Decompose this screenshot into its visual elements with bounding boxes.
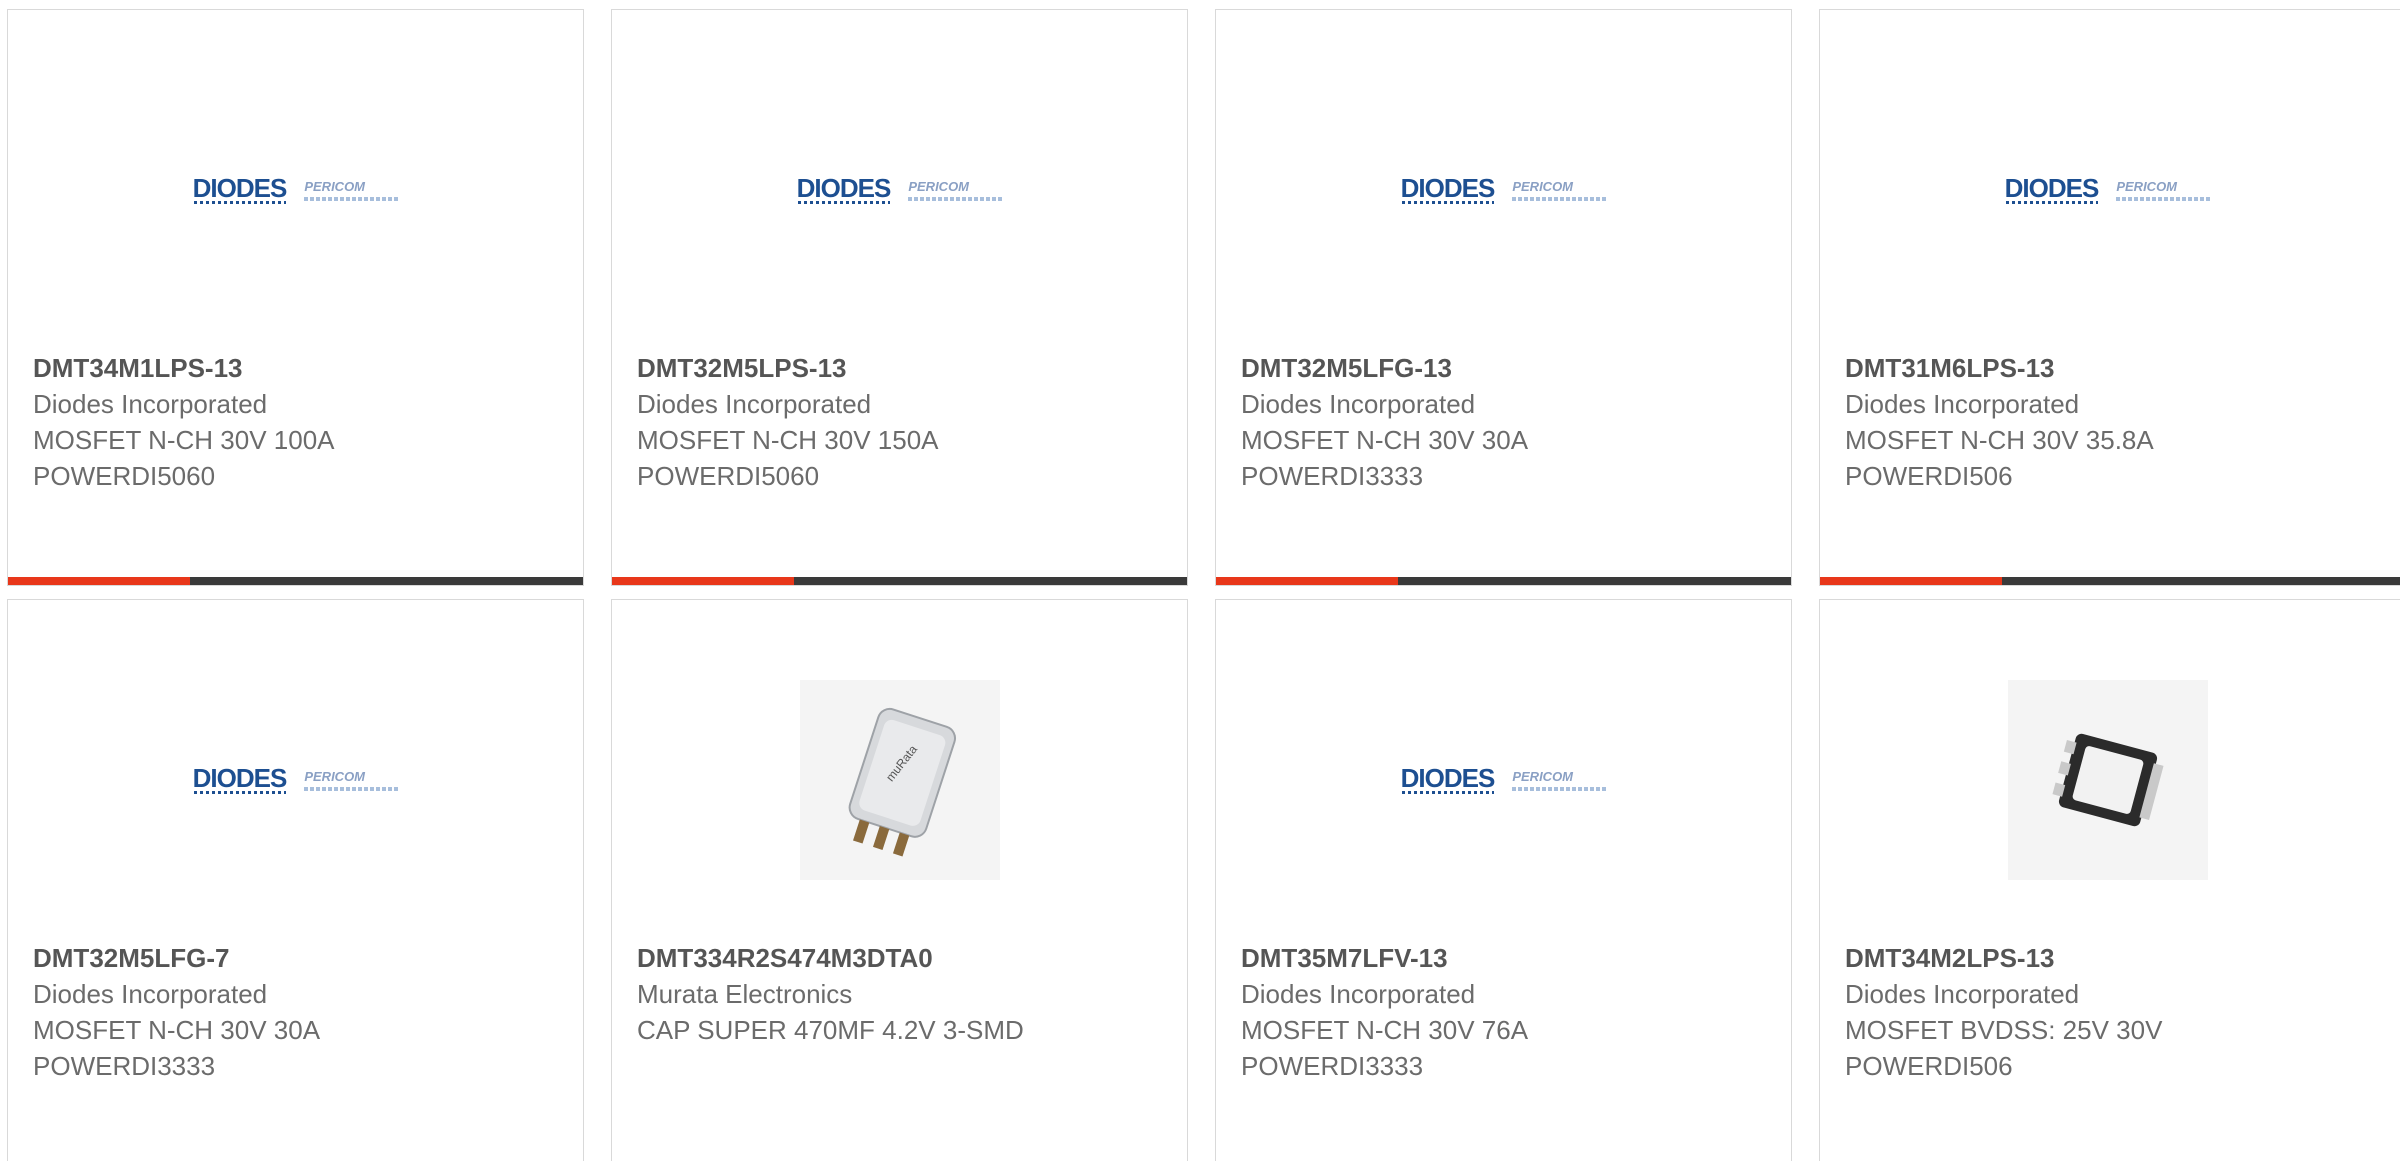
card-footer-bar [1216,577,1791,585]
manufacturer: Diodes Incorporated [1241,389,1476,419]
card-footer-bar [612,577,1187,585]
supercapacitor-photo: muRata [799,680,1000,880]
manufacturer: Diodes Incorporated [33,979,268,1009]
part-number-link[interactable]: DMT32M5LFG-13 [1241,350,1771,386]
diodes-pericom-logo: DIODES PERICOM [797,175,1003,204]
product-info: DMT32M5LFG-7 Diodes Incorporated MOSFET … [33,940,563,1084]
manufacturer: Diodes Incorporated [1241,979,1476,1009]
diodes-pericom-logo: DIODES PERICOM [1401,175,1607,204]
product-info: DMT35M7LFV-13 Diodes Incorporated MOSFET… [1241,940,1771,1084]
diodes-pericom-logo: DIODES PERICOM [193,175,399,204]
mosfet-package-photo [2007,680,2208,880]
product-info: DMT32M5LPS-13 Diodes Incorporated MOSFET… [637,350,1167,494]
card-footer-bar [8,577,583,585]
product-info: DMT32M5LFG-13 Diodes Incorporated MOSFET… [1241,350,1771,494]
description-line: MOSFET N-CH 30V 76A [1241,1015,1529,1045]
manufacturer: Diodes Incorporated [1845,389,2080,419]
product-card[interactable]: DIODES PERICOM DMT34M1LPS-13 Diodes Inco… [7,9,584,586]
product-info: DMT31M6LPS-13 Diodes Incorporated MOSFET… [1845,350,2380,494]
product-card[interactable]: DIODES PERICOM DMT35M7LFV-13 Diodes Inco… [1215,599,1792,1161]
description-line: POWERDI3333 [1241,461,1424,491]
card-footer-bar [1820,577,2400,585]
product-image[interactable]: DIODES PERICOM [1820,70,2395,310]
manufacturer: Diodes Incorporated [33,389,268,419]
diodes-pericom-logo: DIODES PERICOM [193,765,399,794]
manufacturer: Diodes Incorporated [1845,979,2080,1009]
description-line: CAP SUPER 470MF 4.2V 3-SMD [637,1015,1024,1045]
product-image[interactable]: muRata [612,660,1187,900]
part-number-link[interactable]: DMT34M1LPS-13 [33,350,563,386]
product-grid: DIODES PERICOM DMT34M1LPS-13 Diodes Inco… [0,0,2400,1161]
description-line: MOSFET N-CH 30V 150A [637,425,939,455]
manufacturer: Diodes Incorporated [637,389,872,419]
description-line: POWERDI3333 [1241,1051,1424,1081]
product-image[interactable]: DIODES PERICOM [612,70,1187,310]
description-line: POWERDI3333 [33,1051,216,1081]
description-line: MOSFET BVDSS: 25V 30V [1845,1015,2163,1045]
part-number-link[interactable]: DMT334R2S474M3DTA0 [637,940,1167,976]
description-line: POWERDI5060 [33,461,216,491]
product-card[interactable]: muRata DMT334R2S474M3DTA0 Murata Electro… [611,599,1188,1161]
part-number-link[interactable]: DMT32M5LFG-7 [33,940,563,976]
mosfet-package-icon [2051,733,2164,827]
diodes-pericom-logo: DIODES PERICOM [2005,175,2211,204]
product-image[interactable]: DIODES PERICOM [8,70,583,310]
description-line: POWERDI506 [1845,461,2013,491]
part-number-link[interactable]: DMT32M5LPS-13 [637,350,1167,386]
product-card[interactable]: DIODES PERICOM DMT32M5LFG-7 Diodes Incor… [7,599,584,1161]
description-line: POWERDI506 [1845,1051,2013,1081]
product-card[interactable]: DMT34M2LPS-13 Diodes Incorporated MOSFET… [1819,599,2400,1161]
product-image[interactable]: DIODES PERICOM [1216,660,1791,900]
description-line: POWERDI5060 [637,461,820,491]
description-line: MOSFET N-CH 30V 30A [1241,425,1529,455]
product-info: DMT34M1LPS-13 Diodes Incorporated MOSFET… [33,350,563,494]
product-image[interactable] [1820,660,2395,900]
diodes-pericom-logo: DIODES PERICOM [1401,765,1607,794]
product-card[interactable]: DIODES PERICOM DMT31M6LPS-13 Diodes Inco… [1819,9,2400,586]
product-info: DMT334R2S474M3DTA0 Murata Electronics CA… [637,940,1167,1048]
product-image[interactable]: DIODES PERICOM [1216,70,1791,310]
product-card[interactable]: DIODES PERICOM DMT32M5LFG-13 Diodes Inco… [1215,9,1792,586]
description-line: MOSFET N-CH 30V 30A [33,1015,321,1045]
description-line: MOSFET N-CH 30V 35.8A [1845,425,2154,455]
manufacturer: Murata Electronics [637,979,853,1009]
product-card[interactable]: DIODES PERICOM DMT32M5LPS-13 Diodes Inco… [611,9,1188,586]
product-info: DMT34M2LPS-13 Diodes Incorporated MOSFET… [1845,940,2380,1084]
product-image[interactable]: DIODES PERICOM [8,660,583,900]
supercapacitor-icon: muRata [848,707,956,857]
part-number-link[interactable]: DMT35M7LFV-13 [1241,940,1771,976]
description-line: MOSFET N-CH 30V 100A [33,425,335,455]
part-number-link[interactable]: DMT31M6LPS-13 [1845,350,2380,386]
part-number-link[interactable]: DMT34M2LPS-13 [1845,940,2380,976]
